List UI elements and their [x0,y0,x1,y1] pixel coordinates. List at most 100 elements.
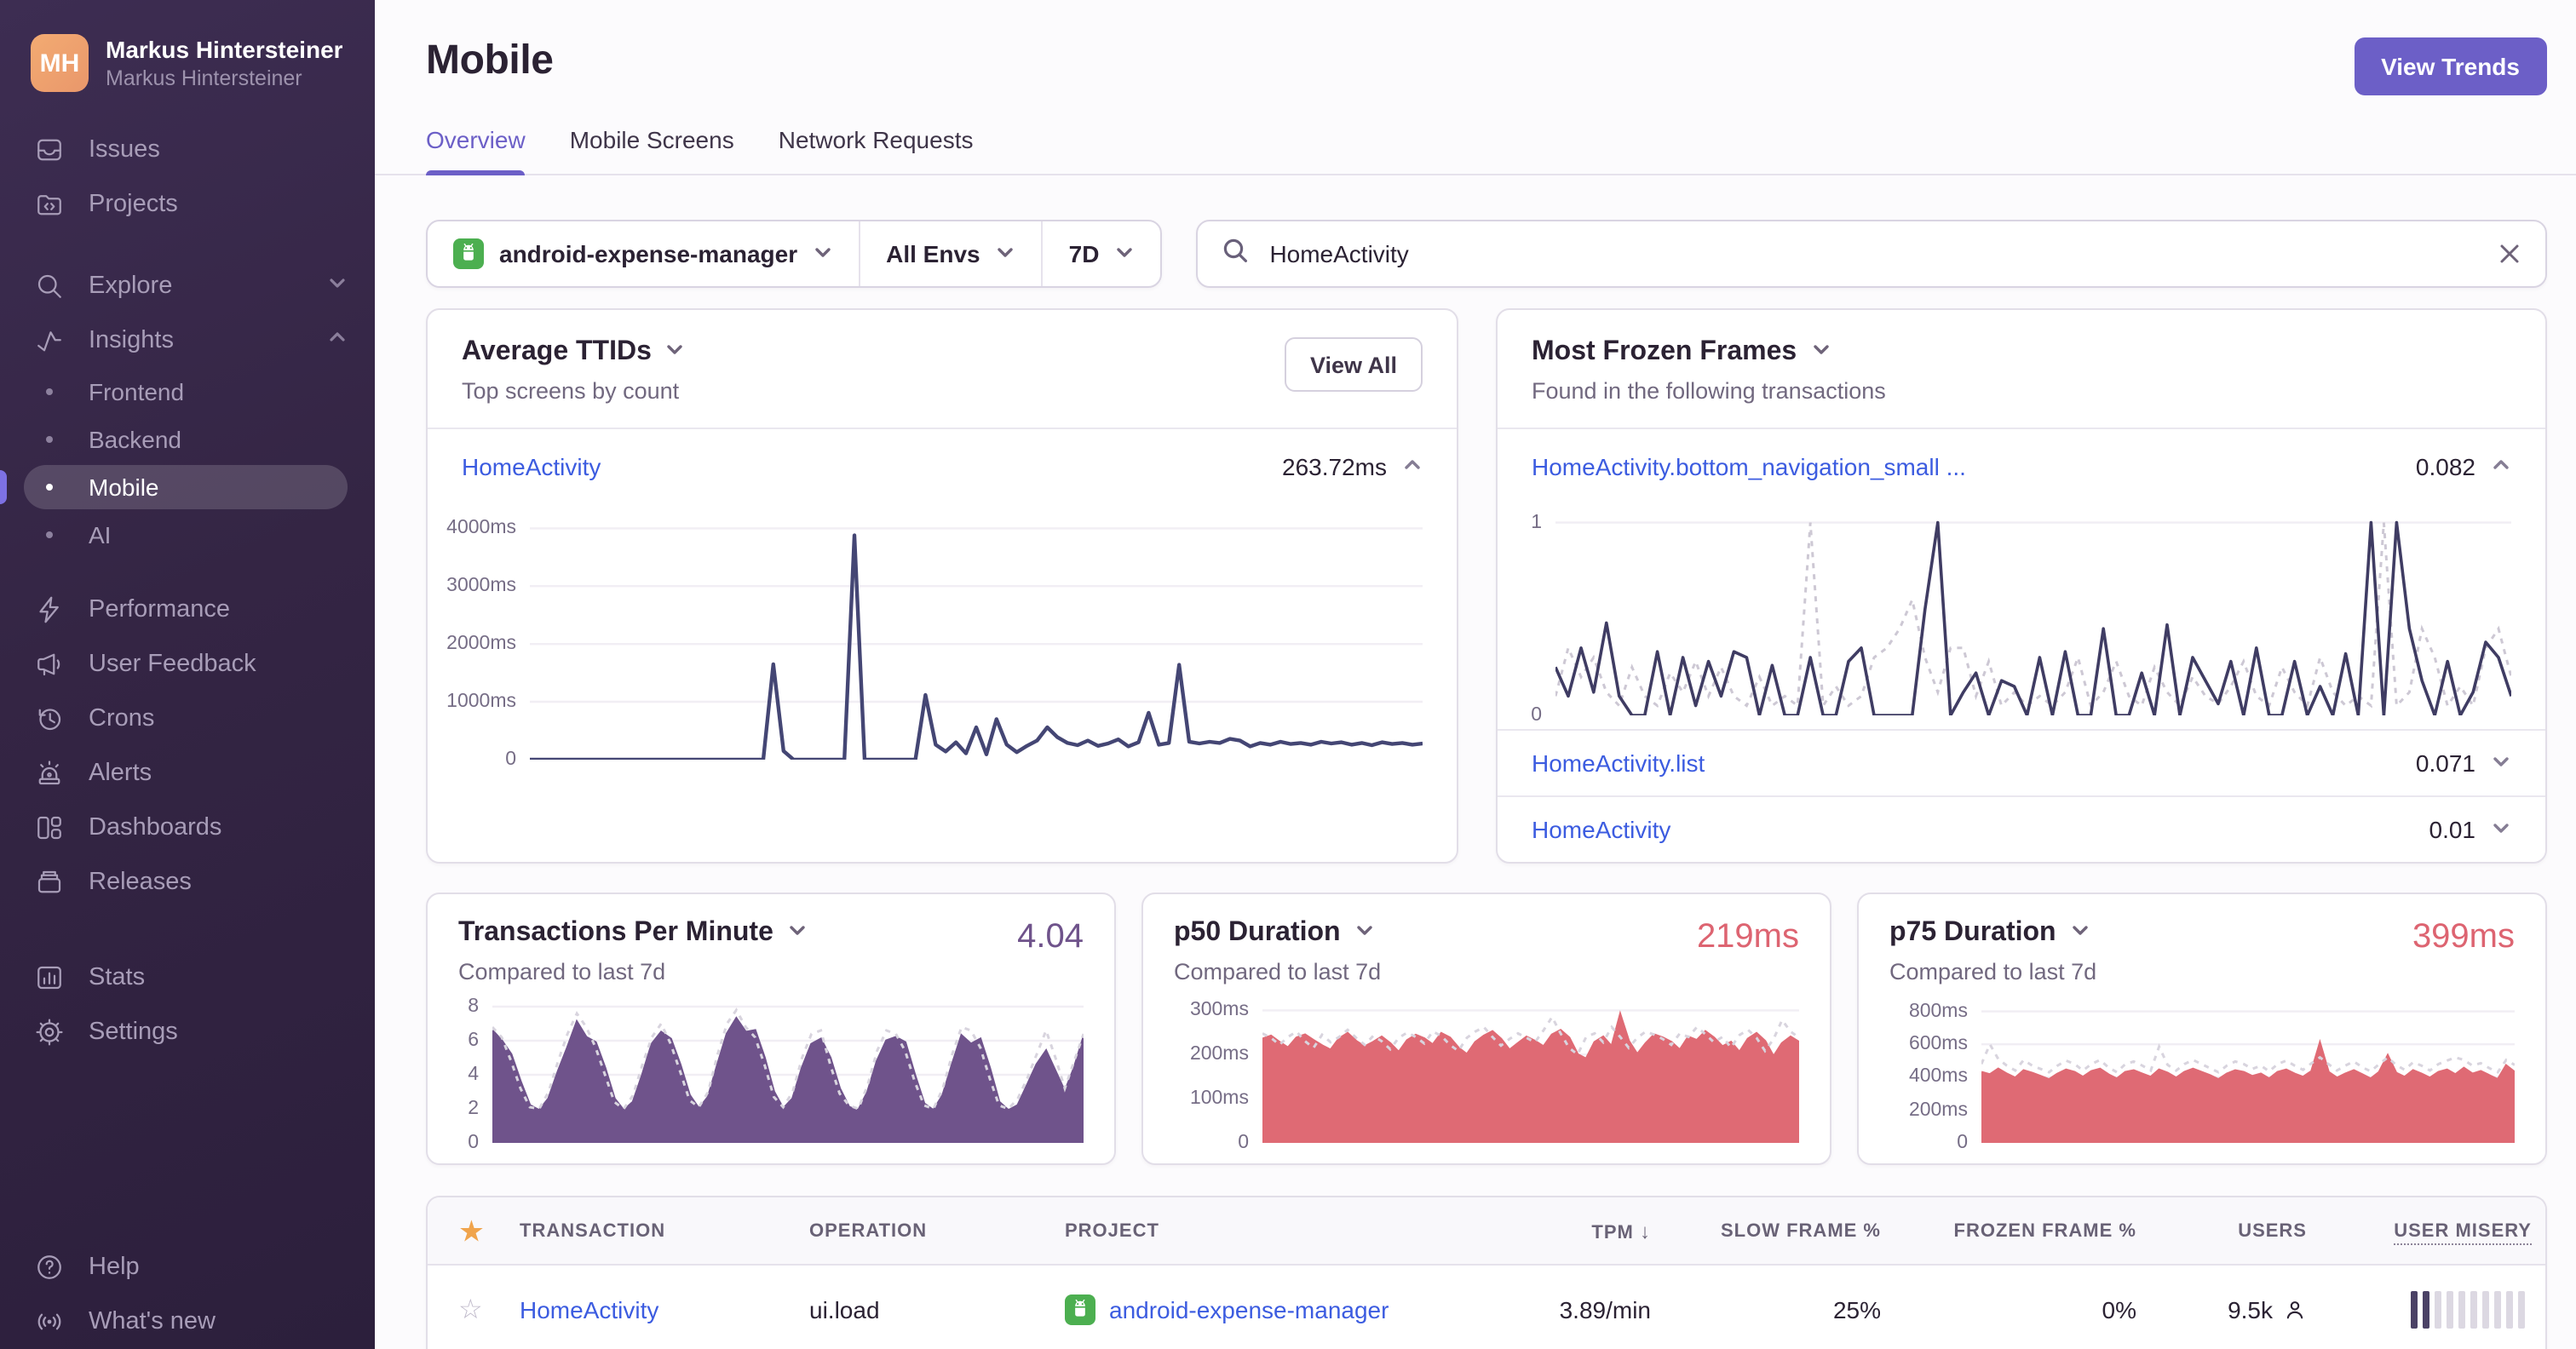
project-filter[interactable]: android-expense-manager [428,221,859,286]
view-trends-button[interactable]: View Trends [2354,37,2547,95]
sidebar-item-insights[interactable]: Insights [0,313,375,368]
user-misery-bars [2320,1291,2545,1329]
p50-duration-card: p50 Duration 219ms Compared to last 7d 3… [1141,893,1831,1165]
sidebar-item-dashboards[interactable]: Dashboards [0,801,375,855]
sidebar-nav: Issues Projects Explore Insights Fronten… [0,123,375,1059]
p75-value: 399ms [2412,918,2515,956]
transaction-link[interactable]: HomeActivity.list [1532,749,1705,777]
transaction-link[interactable]: HomeActivity [462,453,601,480]
collapse-chevron-up-icon[interactable] [2491,453,2511,480]
active-indicator [0,470,7,504]
insights-icon [34,325,65,356]
sidebar-item-label: Releases [89,869,192,896]
most-frozen-frames-card: Most Frozen Frames Found in the followin… [1496,308,2547,864]
sidebar-item-projects[interactable]: Projects [0,177,375,232]
sidebar-item-stats[interactable]: Stats [0,950,375,1005]
view-all-button[interactable]: View All [1284,337,1423,392]
tpm-card: Transactions Per Minute 4.04 Compared to… [426,893,1116,1165]
bullet-icon [34,424,65,455]
sidebar-item-label: Crons [89,705,155,732]
sidebar-item-user-feedback[interactable]: User Feedback [0,637,375,692]
average-ttids-title-dropdown[interactable]: Average TTIDs [462,337,686,368]
column-header-user-misery[interactable]: USER MISERY [2320,1220,2545,1244]
card-subtitle: Compared to last 7d [1889,959,2097,984]
expand-chevron-down-icon[interactable] [2491,816,2511,843]
transaction-link[interactable]: HomeActivity [520,1296,658,1323]
favorite-star-icon[interactable]: ☆ [428,1293,506,1327]
most-frozen-frames-title-dropdown[interactable]: Most Frozen Frames [1532,337,1886,368]
chevron-down-icon [1354,918,1375,949]
collapse-chevron-up-icon[interactable] [1402,453,1423,480]
sidebar-item-whats-new[interactable]: What's new [0,1294,375,1349]
search-icon [1222,236,1249,272]
page-header: Mobile View Trends [375,0,2576,95]
search-bar[interactable] [1196,220,2547,288]
column-header-project[interactable]: PROJECT [1051,1220,1477,1241]
sidebar-item-performance[interactable]: Performance [0,583,375,637]
sidebar-item-ai[interactable]: AI [0,511,375,559]
frozen-frames-value: 0.01 [2429,816,2476,843]
sidebar-item-label: Settings [89,1019,178,1046]
column-header-tpm[interactable]: TPM ↓ [1477,1219,1665,1243]
transaction-link[interactable]: HomeActivity.bottom_navigation_small ... [1532,453,1966,480]
transaction-link[interactable]: HomeActivity [1532,816,1670,843]
chevron-down-icon [1810,337,1831,368]
column-header-transaction[interactable]: TRANSACTION [506,1220,796,1241]
tab-overview[interactable]: Overview [426,126,526,175]
column-header-frozen-frame[interactable]: FROZEN FRAME % [1895,1220,2150,1241]
sidebar-item-issues[interactable]: Issues [0,123,375,177]
card-title: p50 Duration [1174,918,1341,947]
sidebar-item-settings[interactable]: Settings [0,1005,375,1059]
sidebar-item-label: Frontend [89,378,185,405]
p50-value: 219ms [1696,918,1799,956]
ttid-y-axis: 4000ms 3000ms 2000ms 1000ms 0 [446,518,516,770]
search-icon [34,271,65,301]
page-filter-bar: android-expense-manager All Envs 7D [426,220,1163,288]
sidebar-item-help[interactable]: Help [0,1240,375,1294]
card-title: Most Frozen Frames [1532,337,1797,366]
lightning-icon [34,594,65,625]
archive-box-icon [34,867,65,898]
slow-frame-cell: 25% [1832,1296,1881,1323]
sidebar-item-crons[interactable]: Crons [0,692,375,746]
card-subtitle: Compared to last 7d [458,959,666,984]
expand-chevron-down-icon[interactable] [2491,749,2511,777]
ttid-chart [530,511,1423,760]
clear-search-icon[interactable] [2498,242,2521,266]
app-root: MH Markus Hintersteiner Markus Hinterste… [0,0,2576,1349]
column-header-users[interactable]: USERS [2150,1220,2320,1241]
sidebar-item-explore[interactable]: Explore [0,259,375,313]
frozen-transaction-row: HomeActivity.bottom_navigation_small ...… [1498,429,2545,504]
sidebar-item-alerts[interactable]: Alerts [0,746,375,801]
sidebar-item-label: Projects [89,191,178,218]
frozen-transaction-row: HomeActivity.list 0.071 [1498,731,2545,795]
frozen-transaction-row: HomeActivity 0.01 [1498,797,2545,862]
android-platform-icon [453,238,484,269]
tab-network-requests[interactable]: Network Requests [779,126,974,174]
sidebar-item-releases[interactable]: Releases [0,855,375,910]
sidebar-item-backend[interactable]: Backend [0,416,375,463]
search-input[interactable] [1266,238,2481,269]
table-header-row: ★ TRANSACTION OPERATION PROJECT TPM ↓ SL… [428,1197,2545,1266]
tpm-value: 4.04 [1017,918,1084,956]
sidebar-item-label: Help [89,1254,140,1281]
sidebar-item-label: Dashboards [89,814,222,841]
sidebar-item-mobile[interactable]: Mobile [0,463,375,511]
sidebar-item-label: Performance [89,596,231,623]
bar-chart-icon [34,962,65,993]
sidebar-item-label: Mobile [89,474,159,501]
project-link[interactable]: android-expense-manager [1109,1296,1389,1323]
date-range-filter[interactable]: 7D [1041,221,1161,286]
p50-chart [1262,1002,1799,1143]
column-header-slow-frame[interactable]: SLOW FRAME % [1665,1220,1895,1241]
sidebar-item-frontend[interactable]: Frontend [0,368,375,416]
tpm-chart-area: 86420 [458,996,1084,1153]
column-header-operation[interactable]: OPERATION [796,1220,1051,1241]
environment-filter[interactable]: All Envs [859,221,1042,286]
card-subtitle: Found in the following transactions [1532,378,1886,404]
issues-icon [34,135,65,165]
favorites-column-star-icon[interactable]: ★ [428,1215,506,1246]
tab-mobile-screens[interactable]: Mobile Screens [570,126,734,174]
org-switcher[interactable]: MH Markus Hintersteiner Markus Hinterste… [31,34,348,92]
tpm-title-dropdown[interactable]: Transactions Per Minute [458,918,1084,949]
